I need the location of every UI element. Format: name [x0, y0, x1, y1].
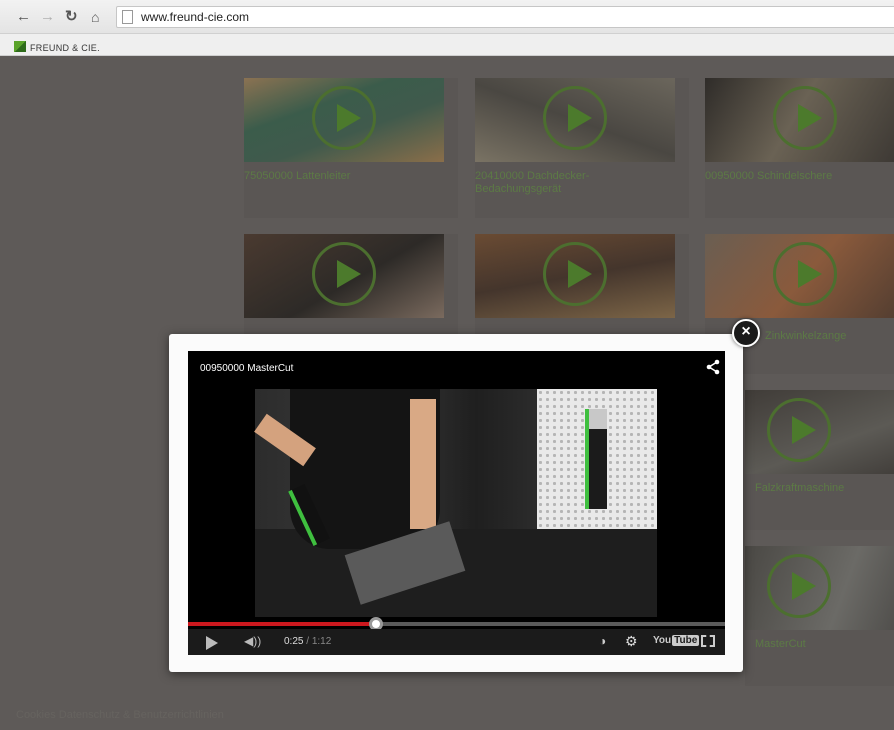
pegboard-display — [537, 389, 657, 539]
shears-on-display — [585, 409, 607, 509]
video-card-title: 00950000 Schindelschere — [705, 170, 833, 182]
video-thumbnail[interactable] — [705, 78, 894, 162]
play-icon — [767, 398, 831, 462]
play-icon — [773, 86, 837, 150]
video-thumbnail[interactable] — [705, 234, 894, 318]
video-card[interactable]: Falzkraftmaschine — [745, 390, 894, 530]
fullscreen-icon[interactable] — [701, 635, 715, 647]
play-icon — [773, 242, 837, 306]
browser-toolbar: ← → ↻ ⌂ www.freund-cie.com — [0, 0, 894, 34]
captions-icon[interactable]: ◑ — [599, 634, 606, 648]
youtube-logo-tube: Tube — [672, 635, 700, 646]
play-icon — [543, 86, 607, 150]
address-bar[interactable]: www.freund-cie.com — [116, 6, 894, 28]
video-card-title: MasterCut — [755, 638, 806, 650]
page: ← → ↻ ⌂ www.freund-cie.com FREUND & CIE.… — [0, 0, 894, 730]
volume-icon[interactable]: ◀)) — [244, 634, 261, 648]
time-display: 0:25 / 1:12 — [284, 636, 331, 647]
progress-bar[interactable] — [188, 617, 725, 631]
video-card[interactable]: 20410000 Dachdecker-Bedachungsgerät — [475, 78, 689, 218]
play-icon — [767, 554, 831, 618]
video-thumbnail[interactable] — [244, 234, 444, 318]
video-card-title: Zinkwinkelzange — [765, 330, 847, 342]
video-thumbnail[interactable] — [745, 390, 894, 474]
video-frame[interactable] — [254, 389, 657, 617]
play-icon — [312, 242, 376, 306]
freund-logo-icon — [14, 41, 26, 52]
bookmark-freund-cie[interactable]: FREUND & CIE. — [14, 38, 100, 53]
reload-icon[interactable]: ↻ — [65, 8, 78, 26]
bookmark-label: FREUND & CIE. — [30, 43, 100, 53]
youtube-player[interactable]: 00950000 MasterCut ◀)) 0:25 / 1:12 ◑ ⚙ Y… — [188, 351, 725, 655]
video-card-title: Falzkraftmaschine — [755, 482, 845, 494]
player-controls: ◀)) 0:25 / 1:12 ◑ ⚙ You Tube — [188, 629, 725, 655]
current-time: 0:25 — [284, 636, 304, 647]
bookmarks-bar: FREUND & CIE. — [0, 34, 894, 56]
video-card-title: 75050000 Lattenleiter — [244, 170, 351, 182]
video-title[interactable]: 00950000 MasterCut — [200, 363, 293, 374]
url-text: www.freund-cie.com — [141, 10, 250, 24]
play-icon — [543, 242, 607, 306]
home-icon[interactable]: ⌂ — [91, 8, 99, 26]
play-icon — [312, 86, 376, 150]
close-button[interactable]: × — [732, 319, 760, 347]
share-icon[interactable] — [706, 359, 720, 375]
forward-arrow-icon[interactable]: → — [40, 8, 55, 26]
duration: 1:12 — [311, 636, 332, 647]
video-card[interactable]: 00950000 Schindelschere — [705, 78, 894, 218]
page-icon — [122, 10, 133, 24]
time-separator: / — [303, 636, 312, 647]
youtube-logo-you: You — [653, 635, 672, 646]
footer-links[interactable]: Cookies Datenschutz & Benutzerrichtlinie… — [16, 709, 224, 721]
video-card-title: 20410000 Dachdecker-Bedachungsgerät — [475, 170, 590, 195]
video-thumbnail[interactable] — [244, 78, 444, 162]
video-thumbnail[interactable] — [745, 546, 894, 630]
video-thumbnail[interactable] — [475, 78, 675, 162]
gear-icon[interactable]: ⚙ — [625, 633, 638, 650]
video-card[interactable]: MasterCut — [745, 546, 894, 686]
play-icon[interactable] — [206, 636, 218, 650]
video-card[interactable]: 75050000 Lattenleiter — [244, 78, 458, 218]
back-arrow-icon[interactable]: ← — [16, 8, 31, 26]
progress-played — [188, 622, 376, 626]
youtube-logo[interactable]: You Tube — [653, 635, 700, 646]
video-thumbnail[interactable] — [475, 234, 675, 318]
presenter-arm — [410, 399, 436, 529]
